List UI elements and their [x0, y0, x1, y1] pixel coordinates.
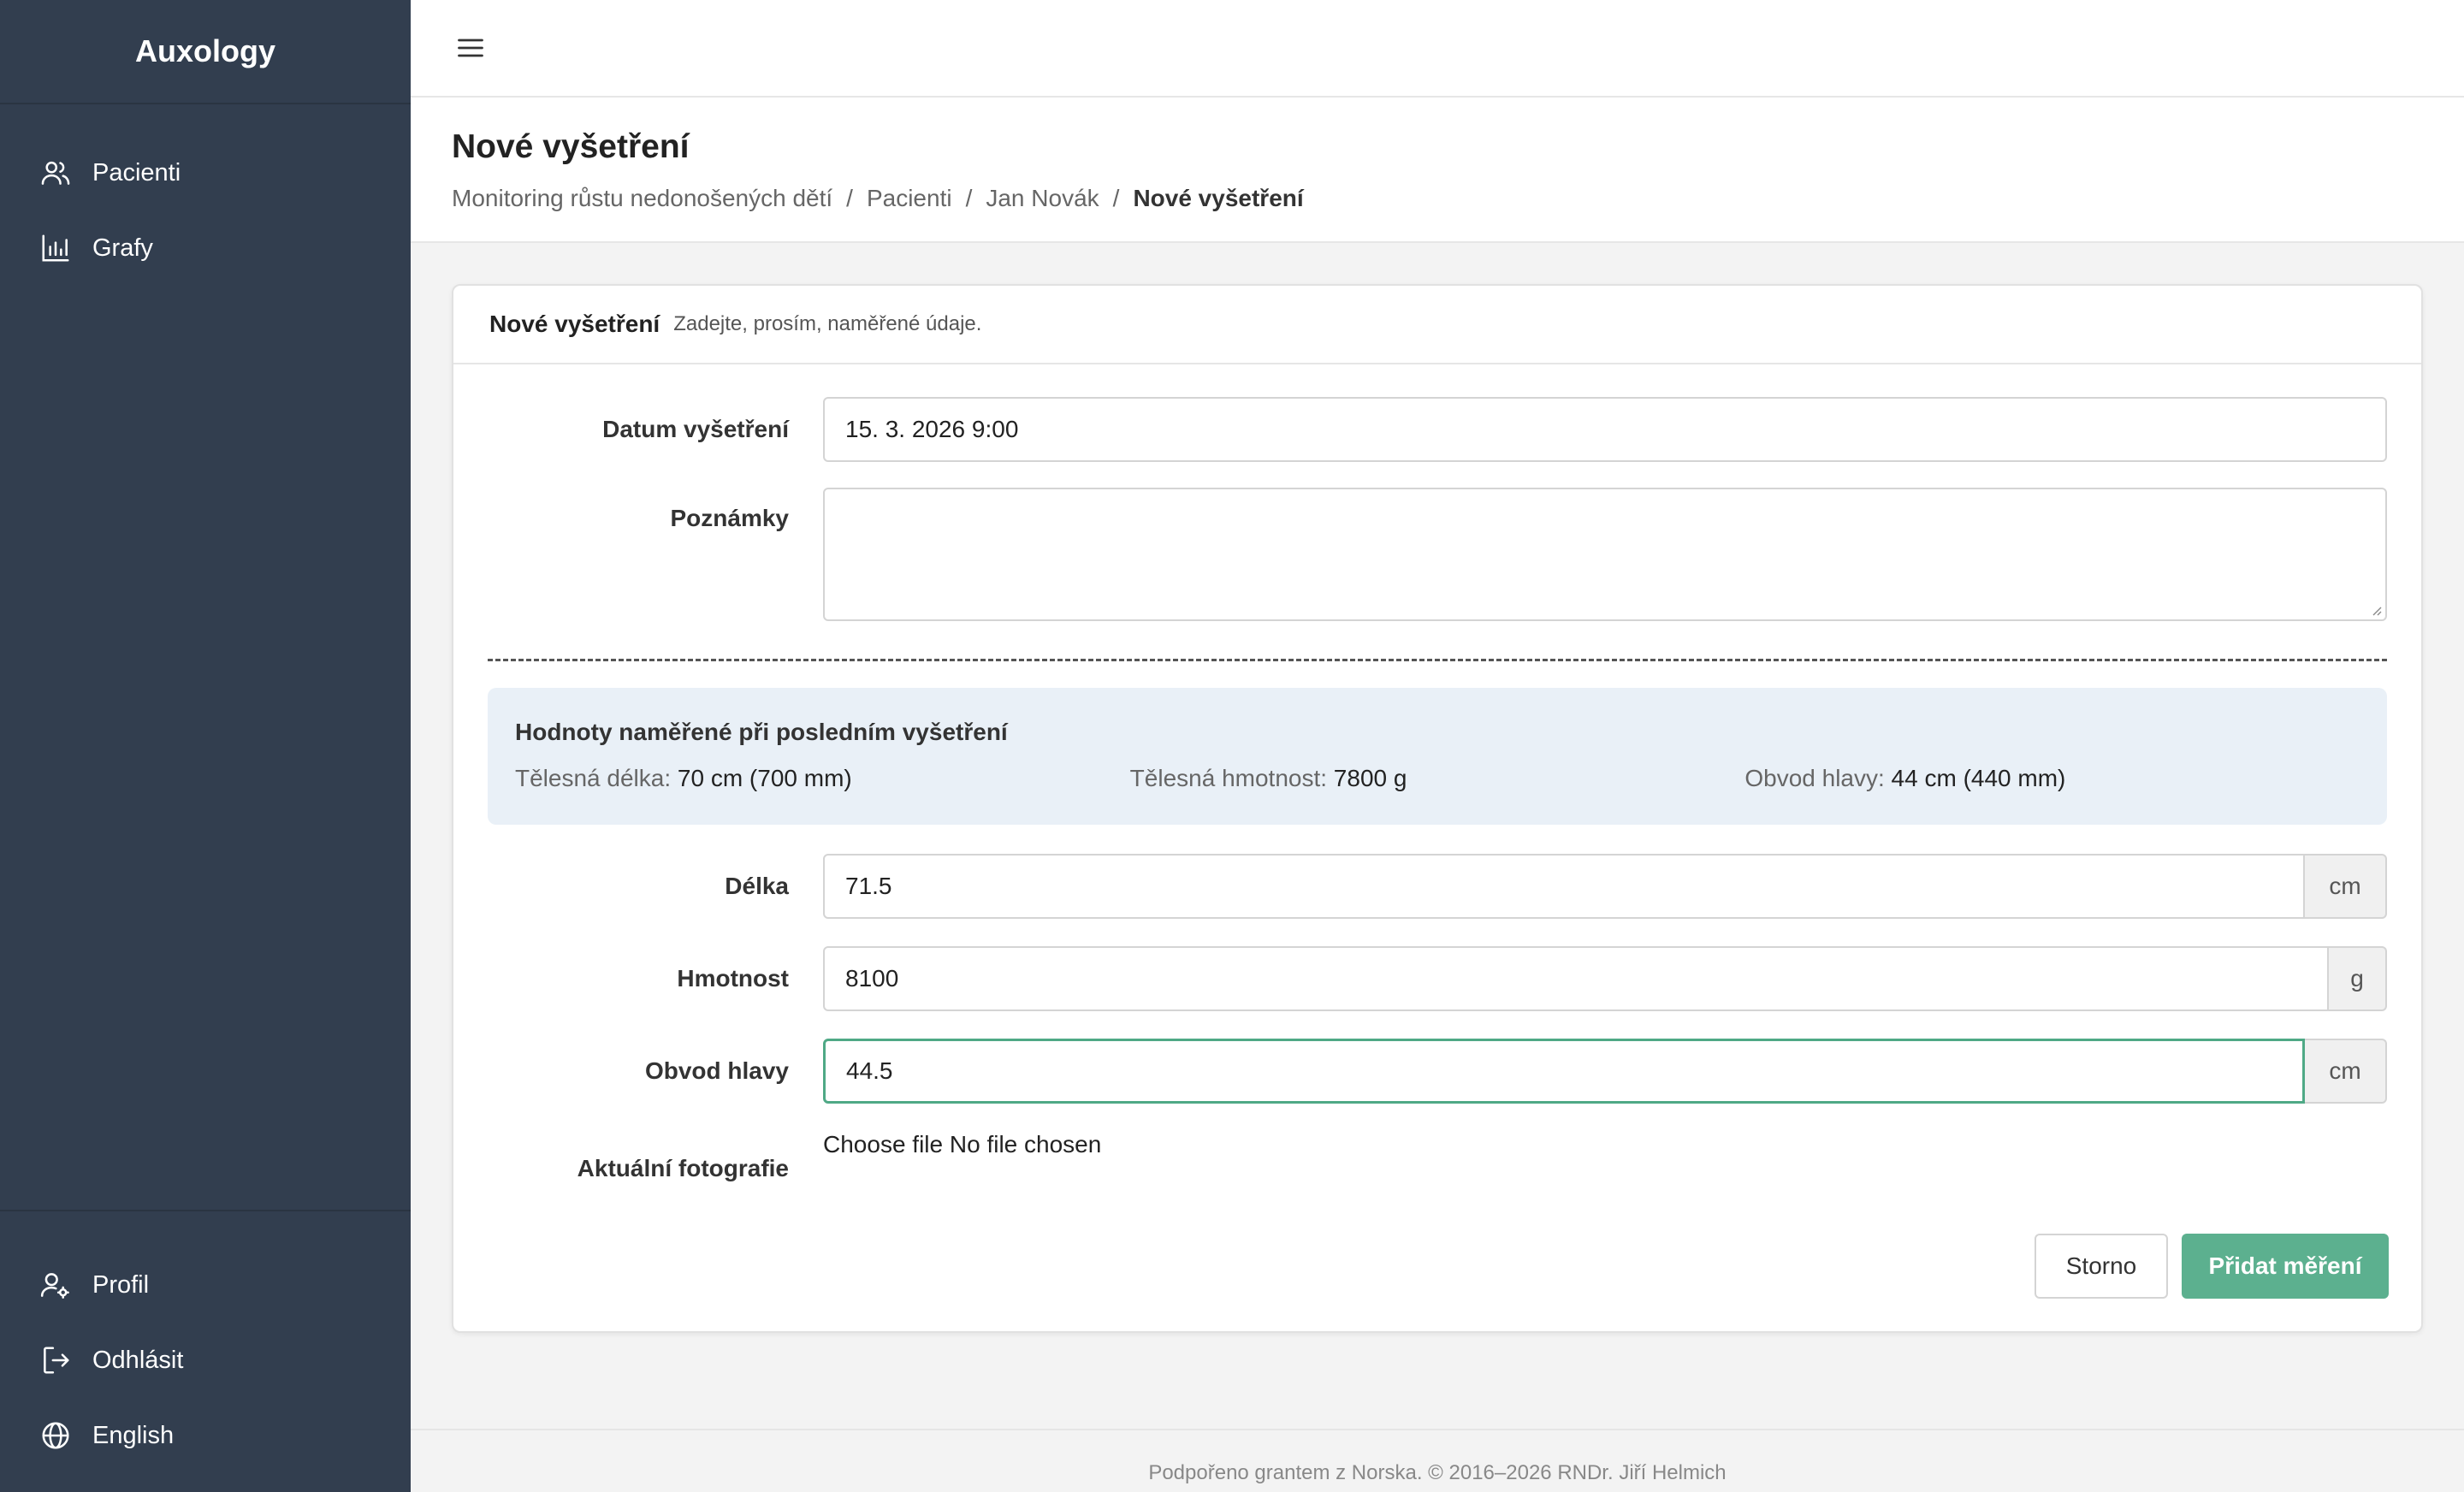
- sidebar-item-grafy[interactable]: Grafy: [0, 210, 411, 286]
- sidebar-item-label: English: [92, 1421, 175, 1449]
- last-value-label: Obvod hlavy:: [1744, 765, 1885, 791]
- last-value-value: 7800 g: [1333, 765, 1407, 791]
- cancel-button[interactable]: Storno: [2035, 1234, 2168, 1299]
- breadcrumb: Monitoring růstu nedonošených dětí / Pac…: [452, 185, 2464, 212]
- last-values-list: Tělesná délka: 70 cm (700 mm) Tělesná hm…: [515, 765, 2360, 792]
- sidebar-item-odhlasit[interactable]: Odhlásit: [0, 1323, 411, 1398]
- globe-icon: [42, 1422, 69, 1449]
- weight-input[interactable]: 8100: [823, 946, 2329, 1011]
- notes-textarea[interactable]: [823, 488, 2387, 621]
- head-unit: cm: [2305, 1039, 2387, 1104]
- sidebar-item-pacienti[interactable]: Pacienti: [0, 135, 411, 210]
- photo-label: Aktuální fotografie: [577, 1155, 789, 1181]
- sidebar-item-label: Pacienti: [92, 158, 181, 186]
- sidebar-nav-top: Pacienti Grafy: [0, 104, 411, 286]
- last-value-length: Tělesná délka: 70 cm (700 mm): [515, 765, 1130, 792]
- weight-unit: g: [2329, 946, 2387, 1011]
- sidebar-item-english[interactable]: English: [0, 1398, 411, 1473]
- sidebar: Auxology Pacienti Grafy Profil Odhlásit …: [0, 0, 411, 1492]
- form-row-head: Obvod hlavy 44.5 cm: [488, 1039, 2387, 1104]
- sidebar-item-label: Odhlásit: [92, 1346, 184, 1374]
- last-value-label: Tělesná hmotnost:: [1129, 765, 1328, 791]
- page-title: Nové vyšetření: [452, 128, 690, 165]
- last-value-value: 70 cm (700 mm): [677, 765, 852, 791]
- exam-form-card: Nové vyšetření Zadejte, prosím, naměřené…: [452, 284, 2423, 1333]
- last-value-value: 44 cm (440 mm): [1891, 765, 2066, 791]
- length-label: Délka: [725, 873, 789, 899]
- breadcrumb-separator: /: [1112, 185, 1120, 211]
- hamburger-menu-icon[interactable]: [455, 33, 486, 63]
- length-input-group: 71.5 cm: [823, 854, 2387, 919]
- breadcrumb-item-patients[interactable]: Pacienti: [867, 185, 952, 212]
- last-values-box: Hodnoty naměřené při posledním vyšetření…: [488, 688, 2387, 825]
- footer-text: Podpořeno grantem z Norska. © 2016–2026 …: [1148, 1461, 1727, 1484]
- sidebar-item-label: Grafy: [92, 234, 153, 262]
- form-row-length: Délka 71.5 cm: [488, 854, 2387, 919]
- sidebar-item-profil[interactable]: Profil: [0, 1247, 411, 1323]
- form-row-photo: Aktuální fotografie Choose file No file …: [488, 1131, 2387, 1182]
- last-value-weight: Tělesná hmotnost: 7800 g: [1130, 765, 1745, 792]
- sidebar-item-label: Profil: [92, 1270, 150, 1299]
- length-unit: cm: [2305, 854, 2387, 919]
- bar-chart-icon: [42, 234, 69, 262]
- file-chooser[interactable]: Choose file No file chosen: [823, 1131, 1101, 1158]
- breadcrumb-item-home[interactable]: Monitoring růstu nedonošených dětí: [452, 185, 832, 212]
- last-value-label: Tělesná délka:: [515, 765, 672, 791]
- user-settings-icon: [40, 1273, 69, 1299]
- add-measurement-button[interactable]: Přidat měření: [2182, 1234, 2389, 1299]
- last-values-title: Hodnoty naměřené při posledním vyšetření: [515, 719, 1008, 745]
- form-row-notes: Poznámky: [488, 488, 2387, 621]
- file-status: No file chosen: [949, 1131, 1102, 1157]
- weight-label: Hmotnost: [677, 965, 789, 992]
- last-value-head: Obvod hlavy: 44 cm (440 mm): [1744, 765, 2360, 792]
- breadcrumb-item-current: Nové vyšetření: [1133, 185, 1304, 211]
- choose-file-button[interactable]: Choose file: [823, 1131, 943, 1157]
- weight-input-group: 8100 g: [823, 946, 2387, 1011]
- form-row-weight: Hmotnost 8100 g: [488, 946, 2387, 1011]
- breadcrumb-separator: /: [965, 185, 973, 211]
- breadcrumb-separator: /: [846, 185, 853, 211]
- date-input[interactable]: 15. 3. 2026 9:00: [823, 397, 2387, 462]
- card-title: Nové vyšetření: [489, 311, 660, 337]
- card-subtitle: Zadejte, prosím, naměřené údaje.: [673, 312, 982, 335]
- resize-handle-icon[interactable]: [2368, 602, 2382, 616]
- users-icon: [41, 161, 70, 185]
- form-row-date: Datum vyšetření 15. 3. 2026 9:00: [488, 397, 2387, 462]
- top-bar: [411, 0, 2464, 98]
- notes-label: Poznámky: [670, 505, 790, 531]
- page-header: Nové vyšetření Monitoring růstu nedonoše…: [411, 98, 2464, 243]
- head-label: Obvod hlavy: [644, 1057, 789, 1084]
- card-header: Nové vyšetření Zadejte, prosím, naměřené…: [453, 286, 2421, 364]
- footer: Podpořeno grantem z Norska. © 2016–2026 …: [411, 1429, 2464, 1492]
- sidebar-nav-bottom: Profil Odhlásit English: [0, 1210, 411, 1492]
- head-input-group: 44.5 cm: [823, 1039, 2387, 1104]
- breadcrumb-item-patient[interactable]: Jan Novák: [986, 185, 1099, 212]
- logout-icon: [44, 1347, 69, 1374]
- length-input[interactable]: 71.5: [823, 854, 2305, 919]
- head-circumference-input[interactable]: 44.5: [823, 1039, 2305, 1104]
- brand-logo[interactable]: Auxology: [0, 0, 411, 104]
- section-divider: [488, 659, 2387, 661]
- date-label: Datum vyšetření: [602, 416, 789, 442]
